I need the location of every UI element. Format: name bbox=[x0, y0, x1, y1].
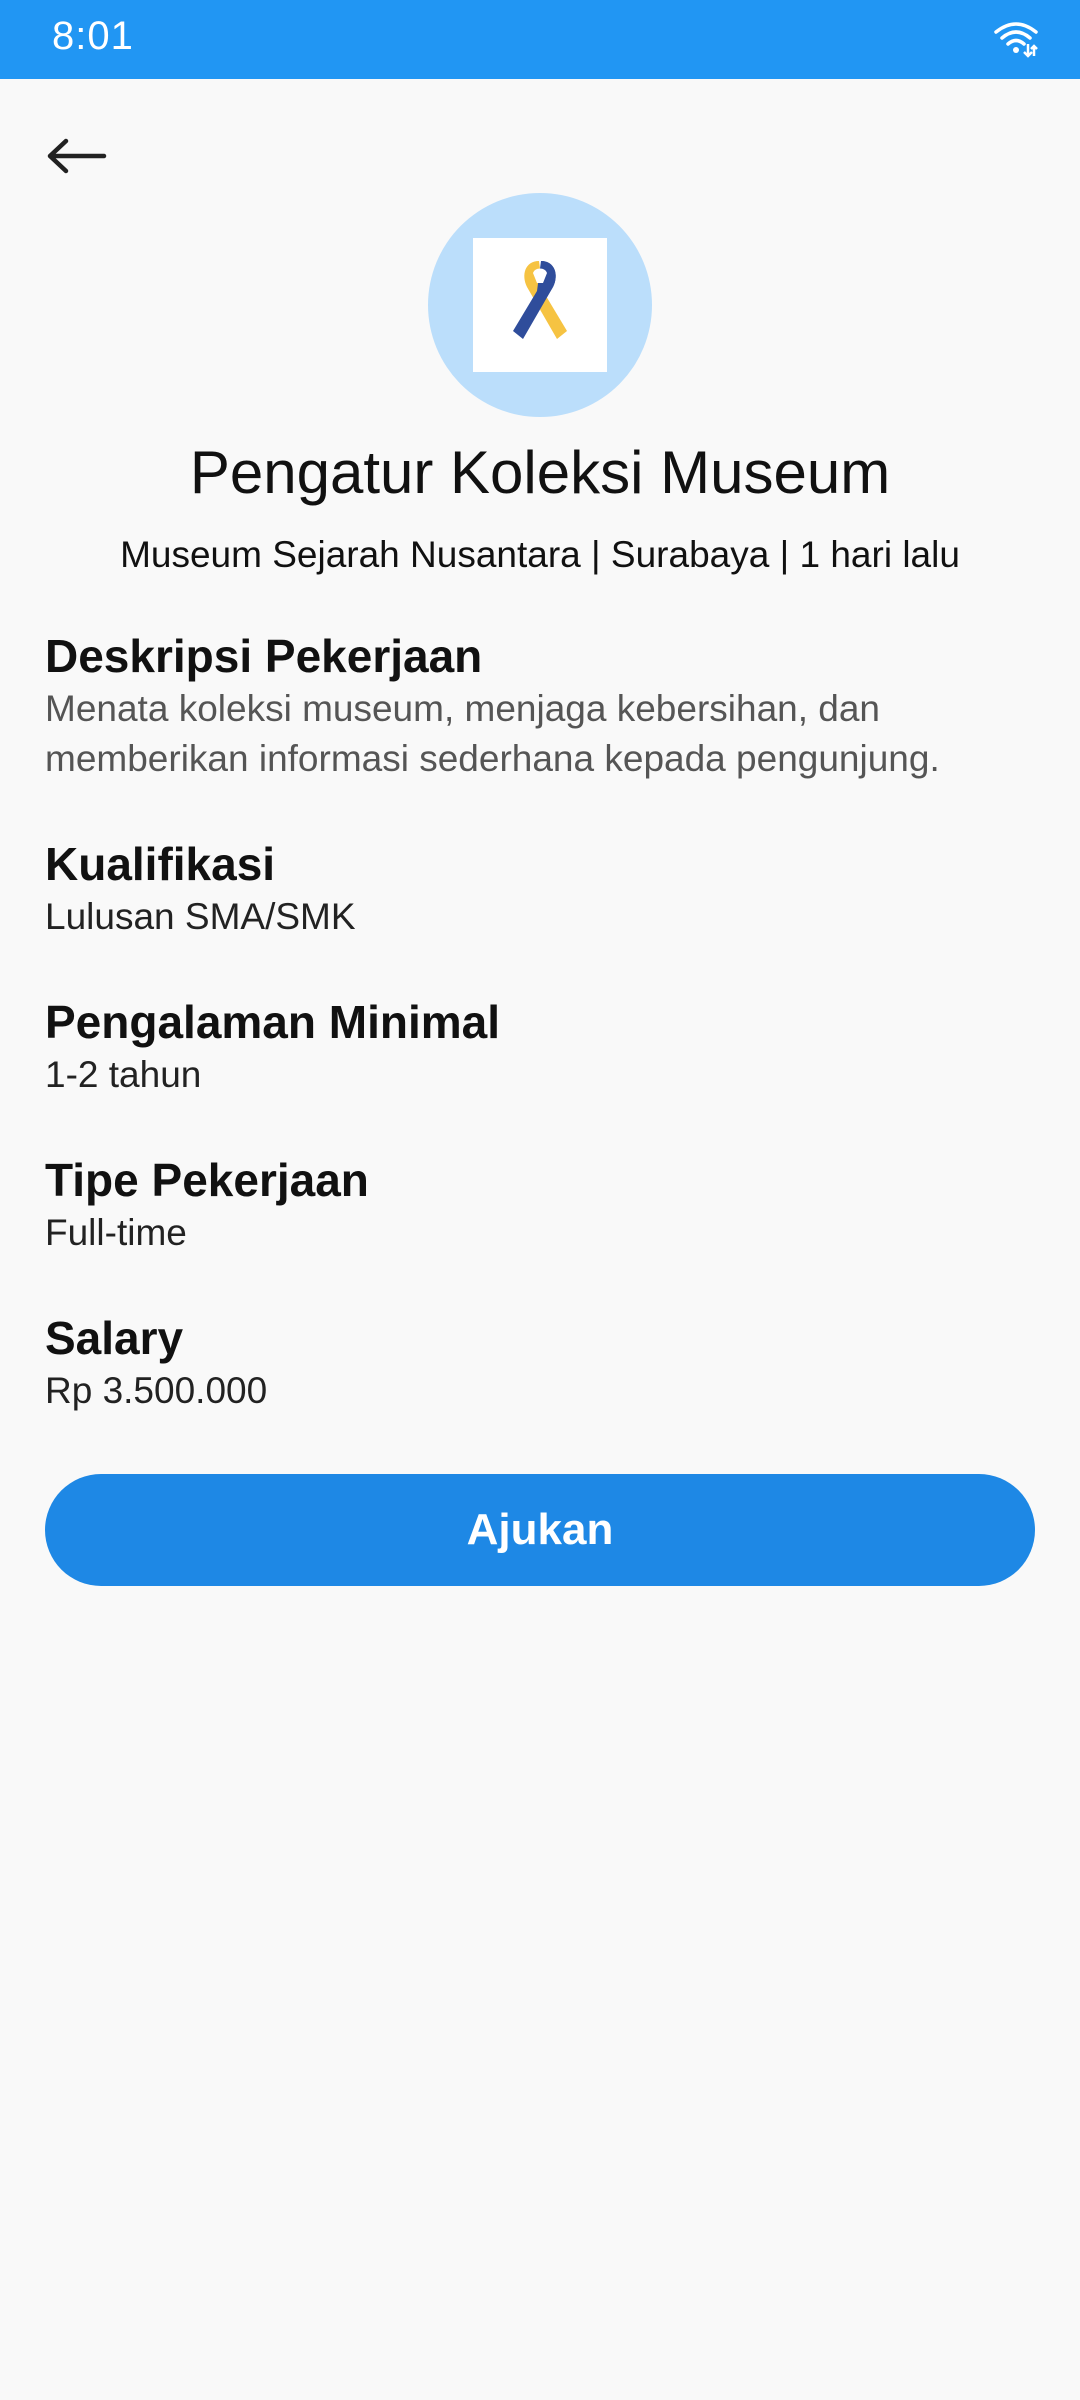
awareness-ribbon-icon bbox=[505, 253, 575, 358]
company-logo bbox=[428, 193, 652, 417]
experience-section: Pengalaman Minimal 1-2 tahun bbox=[45, 994, 1045, 1100]
job-type-text: Full-time bbox=[45, 1212, 187, 1253]
apply-button[interactable]: Ajukan bbox=[45, 1474, 1035, 1586]
description-heading: Deskripsi Pekerjaan bbox=[45, 630, 483, 682]
status-bar: 8:01 bbox=[0, 0, 1080, 79]
qualification-text: Lulusan SMA/SMK bbox=[45, 896, 356, 937]
description-text: Menata koleksi museum, menjaga kebersiha… bbox=[45, 688, 940, 779]
salary-section: Salary Rp 3.500.000 bbox=[45, 1310, 1045, 1416]
salary-text: Rp 3.500.000 bbox=[45, 1370, 268, 1411]
job-title: Pengatur Koleksi Museum bbox=[189, 439, 891, 506]
job-type-heading: Tipe Pekerjaan bbox=[45, 1154, 369, 1206]
job-meta: Museum Sejarah Nusantara | Surabaya | 1 … bbox=[120, 534, 960, 575]
wifi-icon bbox=[992, 18, 1040, 58]
arrow-left-icon bbox=[44, 136, 108, 181]
description-section: Deskripsi Pekerjaan Menata koleksi museu… bbox=[45, 628, 1045, 784]
experience-heading: Pengalaman Minimal bbox=[45, 996, 501, 1048]
experience-text: 1-2 tahun bbox=[45, 1054, 202, 1095]
status-time: 8:01 bbox=[52, 14, 134, 58]
salary-heading: Salary bbox=[45, 1312, 184, 1364]
company-logo-card bbox=[473, 238, 607, 372]
back-button[interactable] bbox=[40, 128, 112, 188]
qualification-heading: Kualifikasi bbox=[45, 838, 276, 890]
job-type-section: Tipe Pekerjaan Full-time bbox=[45, 1152, 1045, 1258]
qualification-section: Kualifikasi Lulusan SMA/SMK bbox=[45, 836, 1045, 942]
